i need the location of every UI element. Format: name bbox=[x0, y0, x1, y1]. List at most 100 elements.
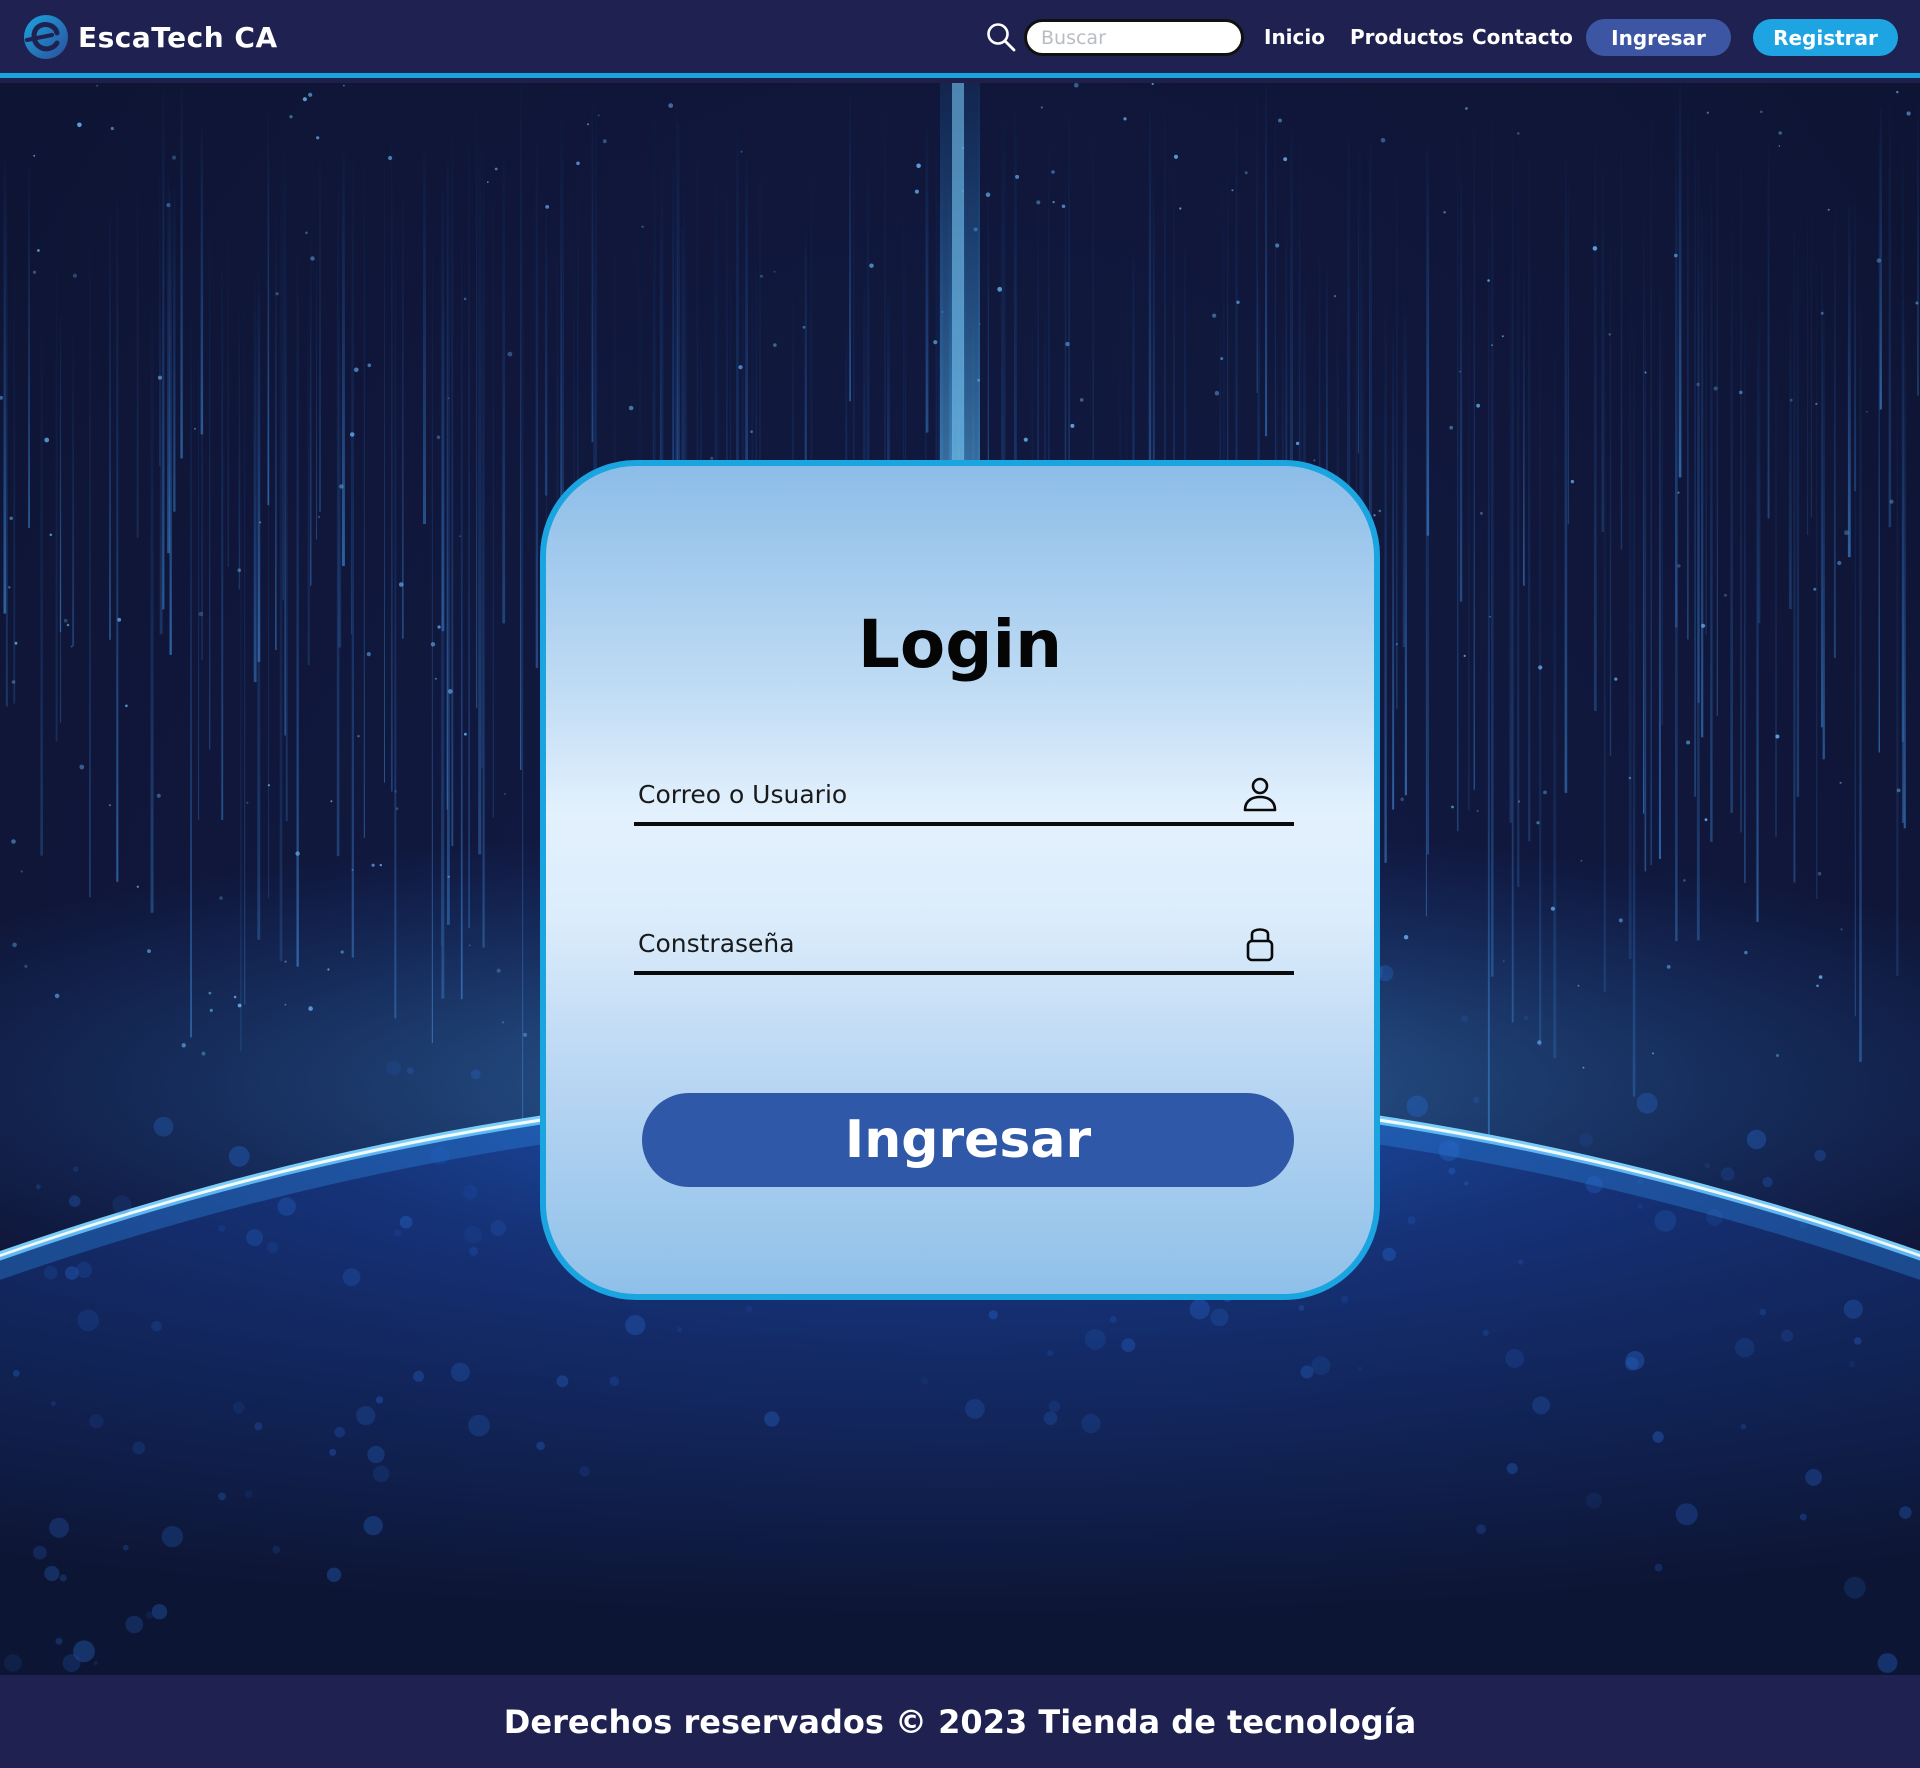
data-particle bbox=[437, 625, 441, 629]
network-node bbox=[1357, 1366, 1363, 1372]
data-stream-line bbox=[1896, 311, 1899, 976]
data-stream-line bbox=[13, 229, 16, 704]
data-particle bbox=[1236, 300, 1240, 304]
network-node bbox=[745, 1305, 753, 1313]
network-node bbox=[125, 1615, 144, 1634]
data-particle bbox=[275, 292, 279, 296]
nav-register-button[interactable]: Registrar bbox=[1753, 19, 1898, 56]
data-particle bbox=[507, 351, 513, 357]
network-node bbox=[254, 1422, 263, 1431]
data-stream-line bbox=[310, 230, 312, 586]
network-node bbox=[1799, 1513, 1807, 1521]
network-node bbox=[55, 1637, 63, 1645]
user-input[interactable] bbox=[634, 766, 1214, 822]
data-particle bbox=[1704, 818, 1708, 822]
data-particle bbox=[1378, 509, 1382, 513]
data-stream-line bbox=[150, 293, 154, 913]
network-node bbox=[122, 1544, 129, 1551]
data-particle bbox=[447, 875, 450, 878]
data-particle bbox=[343, 84, 345, 87]
network-node bbox=[68, 1195, 81, 1207]
data-stream-line bbox=[1758, 260, 1761, 624]
network-node bbox=[1762, 1176, 1773, 1188]
data-particle bbox=[597, 114, 600, 117]
data-particle bbox=[1313, 459, 1316, 462]
data-particle bbox=[147, 949, 151, 953]
data-stream-line bbox=[1767, 129, 1770, 519]
search-icon[interactable] bbox=[986, 22, 1016, 52]
data-stream-line bbox=[1511, 111, 1514, 1023]
data-particle bbox=[1536, 821, 1540, 825]
data-particle bbox=[1459, 370, 1461, 373]
nav-link-inicio[interactable]: Inicio bbox=[1264, 22, 1325, 52]
data-stream-line bbox=[849, 90, 851, 402]
network-node bbox=[375, 1396, 384, 1404]
data-particle bbox=[388, 155, 393, 161]
data-particle bbox=[1501, 335, 1504, 338]
data-particle bbox=[1479, 511, 1483, 515]
data-stream-line bbox=[40, 290, 43, 856]
data-particle bbox=[1538, 665, 1543, 670]
network-node bbox=[75, 1261, 93, 1278]
network-node bbox=[676, 1326, 683, 1332]
nav-link-productos[interactable]: Productos bbox=[1350, 22, 1464, 52]
network-node bbox=[1047, 1350, 1054, 1357]
data-stream-line bbox=[544, 195, 548, 496]
nav-link-contacto[interactable]: Contacto bbox=[1472, 22, 1573, 52]
data-particle bbox=[295, 851, 300, 856]
data-stream-line bbox=[116, 197, 119, 882]
data-particle bbox=[1517, 800, 1521, 803]
network-node bbox=[1298, 1305, 1305, 1311]
password-input[interactable] bbox=[634, 915, 1214, 971]
data-particle bbox=[246, 801, 249, 804]
network-node bbox=[1853, 1337, 1862, 1345]
footer-copyright: Derechos reservados © 2023 Tienda de tec… bbox=[503, 1702, 1417, 1741]
network-node bbox=[1406, 1095, 1428, 1118]
data-stream-line bbox=[275, 211, 277, 650]
data-particle bbox=[316, 136, 320, 140]
data-stream-line bbox=[492, 118, 494, 818]
data-particle bbox=[24, 964, 28, 968]
data-stream-line bbox=[169, 191, 172, 655]
network-node bbox=[1473, 1097, 1480, 1104]
search-input[interactable] bbox=[1024, 19, 1244, 56]
network-node bbox=[1746, 1129, 1767, 1150]
network-node bbox=[1843, 1299, 1863, 1319]
data-stream-line bbox=[136, 121, 139, 538]
data-stream-line bbox=[1632, 284, 1636, 1097]
network-node bbox=[1740, 1423, 1747, 1430]
data-particle bbox=[1778, 131, 1782, 135]
network-node bbox=[490, 1220, 507, 1236]
data-particle bbox=[72, 273, 77, 278]
data-particle bbox=[464, 732, 467, 736]
data-stream-line bbox=[1793, 183, 1796, 883]
network-node bbox=[1476, 1524, 1486, 1534]
network-node bbox=[413, 1370, 424, 1382]
data-particle bbox=[576, 161, 580, 166]
network-node bbox=[326, 1567, 342, 1583]
data-particle bbox=[1844, 530, 1849, 536]
data-particle bbox=[0, 395, 3, 400]
data-particle bbox=[1151, 83, 1154, 86]
data-stream-line bbox=[1810, 171, 1812, 518]
user-icon bbox=[1243, 777, 1277, 812]
data-particle bbox=[340, 950, 344, 954]
network-node bbox=[394, 1229, 402, 1237]
data-particle bbox=[349, 432, 355, 437]
brand[interactable]: EscaTech CA bbox=[22, 13, 278, 61]
data-stream-line bbox=[1788, 291, 1792, 609]
network-node bbox=[1636, 1092, 1658, 1114]
login-submit-button[interactable]: Ingresar bbox=[642, 1093, 1294, 1187]
network-node bbox=[609, 1376, 620, 1386]
escatech-logo-icon bbox=[24, 15, 68, 59]
network-node bbox=[367, 1445, 385, 1464]
data-stream-line bbox=[316, 239, 317, 540]
data-particle bbox=[1283, 157, 1288, 162]
data-particle bbox=[468, 944, 471, 947]
nav-login-button[interactable]: Ingresar bbox=[1586, 19, 1731, 56]
data-stream-line bbox=[89, 206, 91, 898]
network-node bbox=[77, 1309, 99, 1332]
data-stream-line bbox=[987, 180, 989, 508]
data-stream-line bbox=[1740, 100, 1742, 833]
data-particle bbox=[367, 363, 372, 368]
